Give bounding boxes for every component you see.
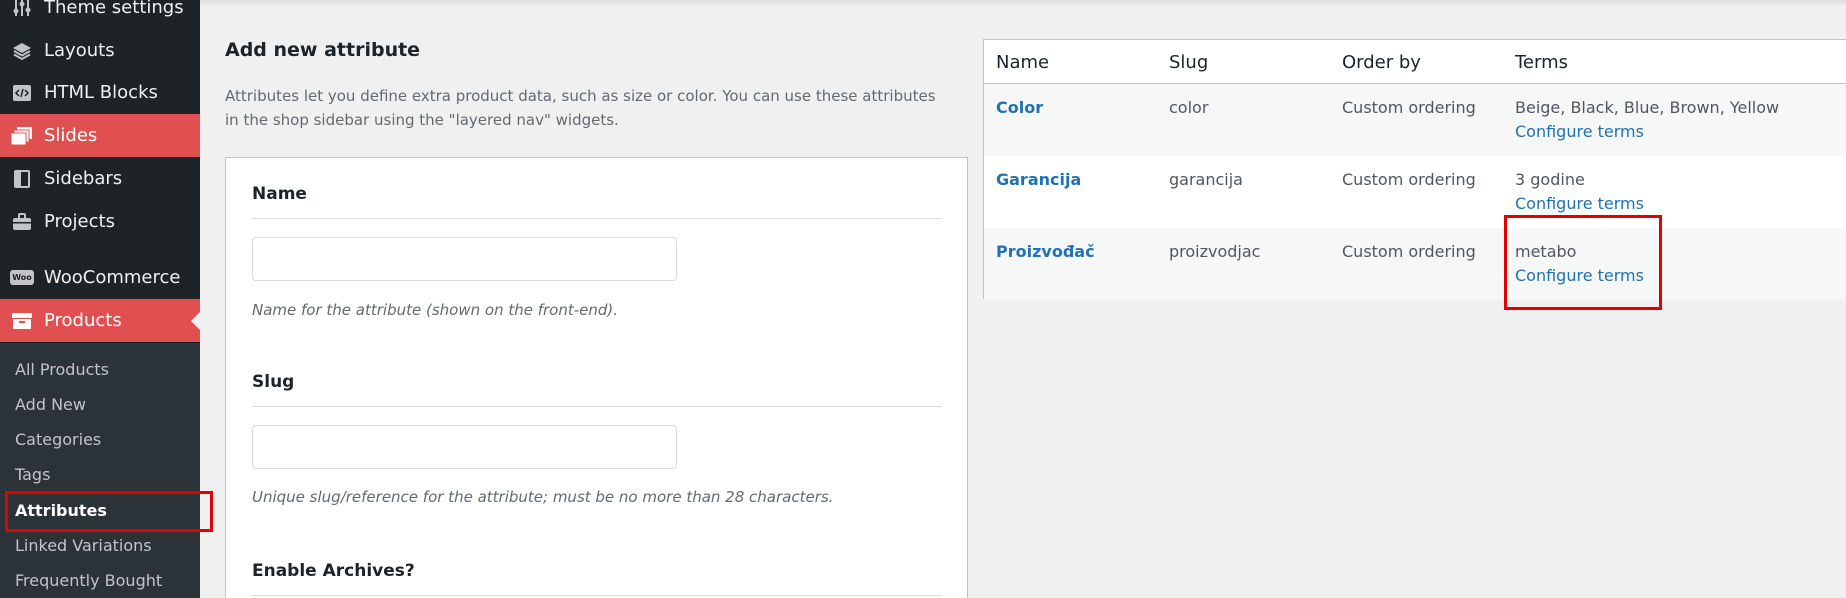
menu-item-projects[interactable]: Projects	[0, 200, 200, 243]
menu-item-slides[interactable]: Slides	[0, 114, 200, 157]
attribute-order-by: Custom ordering	[1342, 98, 1476, 117]
attribute-slug: color	[1169, 98, 1209, 117]
attribute-terms: Beige, Black, Blue, Brown, Yellow	[1515, 98, 1780, 117]
submenu-add-new[interactable]: Add New	[15, 395, 86, 414]
submenu-tags[interactable]: Tags	[15, 465, 50, 484]
archive-icon	[10, 309, 34, 333]
attribute-slug: proizvodjac	[1169, 242, 1261, 261]
menu-item-html-blocks[interactable]: HTML Blocks	[0, 71, 200, 114]
code-icon	[10, 81, 34, 105]
configure-terms-link[interactable]: Configure terms	[1515, 194, 1644, 213]
add-attribute-form: Name Name for the attribute (shown on th…	[225, 157, 968, 598]
menu-label: Theme settings	[44, 0, 184, 18]
divider	[252, 218, 942, 219]
woo-icon: Woo	[10, 266, 34, 290]
column-header-name[interactable]: Name	[996, 52, 1049, 73]
attribute-name-link[interactable]: Proizvođač	[996, 242, 1095, 261]
name-label: Name	[252, 184, 307, 204]
slug-input[interactable]	[252, 425, 677, 469]
menu-label: WooCommerce	[44, 267, 181, 288]
column-header-terms[interactable]: Terms	[1515, 52, 1568, 73]
slug-label: Slug	[252, 372, 295, 392]
products-submenu: All Products Add New Categories Tags Att…	[0, 343, 200, 598]
briefcase-icon	[10, 210, 34, 234]
attribute-name-link[interactable]: Color	[996, 98, 1043, 117]
menu-label: Sidebars	[44, 168, 123, 189]
menu-item-products[interactable]: Products	[0, 299, 200, 342]
attribute-order-by: Custom ordering	[1342, 170, 1476, 189]
column-header-order-by[interactable]: Order by	[1342, 52, 1421, 73]
sliders-icon	[10, 0, 34, 20]
menu-item-woocommerce[interactable]: Woo WooCommerce	[0, 256, 200, 299]
menu-label: Projects	[44, 211, 115, 232]
submenu-linked-variations[interactable]: Linked Variations	[15, 536, 152, 555]
form-description: Attributes let you define extra product …	[225, 87, 936, 129]
sidebar-icon	[10, 167, 34, 191]
layers-icon	[10, 39, 34, 63]
slides-icon	[10, 124, 34, 148]
attribute-order-by: Custom ordering	[1342, 242, 1476, 261]
configure-terms-link[interactable]: Configure terms	[1515, 122, 1644, 141]
attribute-name-link[interactable]: Garancija	[996, 170, 1081, 189]
name-help-text: Name for the attribute (shown on the fro…	[252, 301, 619, 319]
menu-item-theme-settings[interactable]: Theme settings	[0, 0, 200, 29]
slug-help-text: Unique slug/reference for the attribute;…	[252, 488, 834, 506]
submenu-all-products[interactable]: All Products	[15, 360, 109, 379]
menu-label: Products	[44, 310, 122, 331]
divider	[252, 595, 942, 596]
divider	[252, 406, 942, 407]
header-shadow	[200, 0, 1846, 6]
submenu-categories[interactable]: Categories	[15, 430, 101, 449]
menu-item-layouts[interactable]: Layouts	[0, 29, 200, 72]
menu-label: HTML Blocks	[44, 82, 158, 103]
menu-label: Slides	[44, 125, 98, 146]
highlight-box-terms	[1504, 215, 1662, 310]
table-row: Proizvođač proizvodjac Custom ordering m…	[984, 228, 1846, 300]
menu-label: Layouts	[44, 40, 115, 61]
menu-item-sidebars[interactable]: Sidebars	[0, 157, 200, 200]
table-row: Color color Custom ordering Beige, Black…	[984, 84, 1846, 156]
highlight-box-attributes	[5, 491, 213, 532]
submenu-frequently-bought[interactable]: Frequently Bought	[15, 571, 162, 590]
attributes-table: Name Slug Order by Terms Color color Cus…	[983, 39, 1846, 300]
table-row: Garancija garancija Custom ordering 3 go…	[984, 156, 1846, 228]
attribute-slug: garancija	[1169, 170, 1243, 189]
form-title: Add new attribute	[225, 39, 421, 61]
column-header-slug[interactable]: Slug	[1169, 52, 1208, 73]
enable-archives-label: Enable Archives?	[252, 561, 415, 581]
attribute-terms: 3 godine	[1515, 170, 1585, 189]
name-input[interactable]	[252, 237, 677, 281]
